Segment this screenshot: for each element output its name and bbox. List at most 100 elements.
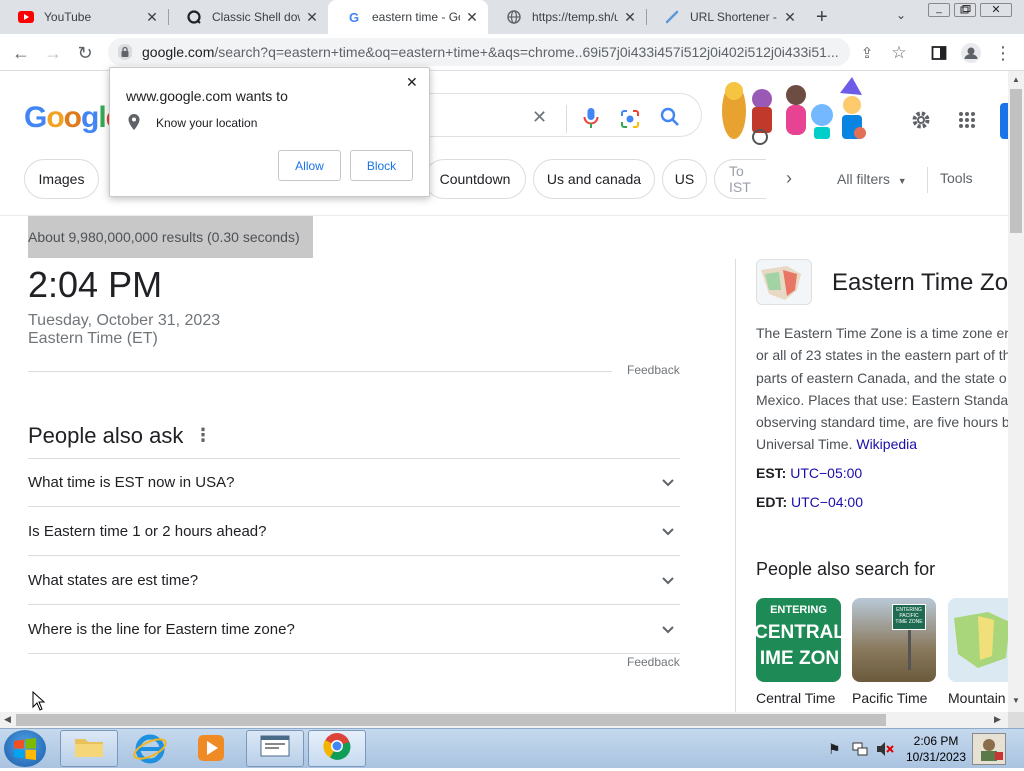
media-player-icon[interactable] [195,732,227,769]
chips-next-chevron-icon[interactable]: › [786,168,792,189]
microphone-icon[interactable] [582,107,600,134]
chip-images[interactable]: Images [24,159,99,199]
more-options-icon[interactable]: ⋮ [194,425,212,446]
chevron-down-icon [662,621,674,638]
google-logo[interactable]: Google [24,101,122,135]
chip-label: Countdown [439,171,511,187]
feedback-link[interactable]: Feedback [627,363,680,377]
scroll-down-arrow-icon[interactable]: ▼ [1012,696,1020,705]
edt-offset-link[interactable]: UTC−04:00 [791,494,863,510]
browser-toolbar: ← → ↻ google.com/search?q=eastern+time&o… [0,34,1024,71]
central-time-image[interactable]: ENTERING CENTRAL IME ZON [756,598,841,682]
pacific-time-image[interactable]: ENTERING PACIFIC TIME ZONE [852,598,936,682]
tab-label: URL Shortener - u [690,10,778,24]
tab-url-shortener[interactable]: URL Shortener - u ✕ [646,0,806,34]
close-icon[interactable]: ✕ [464,9,480,26]
vertical-scroll-thumb[interactable] [1010,89,1022,233]
tab-search-chevron-icon[interactable]: ⌄ [896,8,906,22]
sign-in-button[interactable] [1000,103,1008,139]
chip-countdown[interactable]: Countdown [424,159,526,199]
tab-youtube[interactable]: YouTube ✕ [0,0,168,34]
horizontal-scroll-thumb[interactable] [16,714,886,726]
tab-label: https://temp.sh/u [532,10,618,24]
settings-gear-icon[interactable] [910,109,932,136]
back-arrow-icon[interactable]: ← [6,38,36,68]
taskbar-explorer[interactable] [60,730,118,767]
block-button[interactable]: Block [350,150,413,181]
chevron-down-icon [662,474,674,491]
chip-us-and-canada[interactable]: Us and canada [533,159,655,199]
est-offset-link[interactable]: UTC−05:00 [790,465,862,481]
lock-icon[interactable] [117,44,133,63]
close-icon[interactable]: ✕ [304,9,320,26]
divider [28,371,612,372]
also-search-label[interactable]: Mountain [948,690,1006,706]
mountain-time-image[interactable] [948,598,1008,682]
tab-classic-shell[interactable]: Classic Shell dow ✕ [168,0,328,34]
description-line: or all of 23 states in the eastern part … [756,347,1008,364]
volume-muted-icon[interactable] [876,741,894,762]
description-line: observing standard time, are five hours … [756,414,1008,431]
close-icon[interactable]: ✕ [622,9,638,26]
chip-label: Us and canada [546,171,642,187]
chip-us[interactable]: US [662,159,707,199]
description-line: Universal Time. [756,436,853,453]
action-center-flag-icon[interactable]: ⚑ [828,741,841,758]
internet-explorer-icon[interactable] [132,732,168,771]
start-button[interactable] [4,730,46,767]
url-path: /search?q=eastern+time&oq=eastern+time+&… [214,44,839,60]
close-window-icon[interactable]: ✕ [980,3,1012,17]
paa-question[interactable]: Where is the line for Eastern time zone? [28,605,680,654]
address-bar[interactable]: google.com/search?q=eastern+time&oq=east… [108,38,850,66]
network-icon[interactable] [852,741,868,762]
scroll-left-arrow-icon[interactable]: ◀ [4,714,11,725]
notification-app-icon[interactable] [972,733,1006,765]
allow-button[interactable]: Allow [278,150,341,181]
time-zone-map-thumbnail[interactable] [756,259,812,305]
halloween-doodle-image[interactable] [712,75,872,147]
location-pin-icon [128,114,140,135]
youtube-icon [18,9,34,25]
forward-arrow-icon[interactable]: → [38,38,68,68]
lens-camera-icon[interactable] [620,109,640,134]
search-magnifier-icon[interactable] [660,107,680,132]
paa-question[interactable]: What time is EST now in USA? [28,458,680,507]
tab-label: eastern time - Go [372,10,460,24]
edt-offset-row: EDT: UTC−04:00 [756,494,863,510]
also-search-label[interactable]: Pacific Time [852,690,927,706]
all-filters-button[interactable]: All filters ▼ [837,171,907,187]
result-stats: About 9,980,000,000 results (0.30 second… [28,229,300,245]
tools-button[interactable]: Tools [940,170,973,186]
popup-close-icon[interactable]: ✕ [406,74,418,91]
paa-question[interactable]: What states are est time? [28,556,680,605]
minimize-icon[interactable]: _ [928,3,950,17]
reload-icon[interactable]: ↻ [70,38,100,68]
new-tab-plus-icon[interactable]: + [816,6,828,29]
clock[interactable]: 2:06 PM 10/31/2023 [902,733,970,765]
horizontal-scrollbar[interactable]: ◀ ▶ [0,712,1008,728]
close-icon[interactable]: ✕ [782,9,798,26]
bookmark-star-icon[interactable]: ☆ [884,38,914,68]
apps-grid-icon[interactable] [958,111,976,134]
scroll-right-arrow-icon[interactable]: ▶ [994,714,1001,725]
clear-search-icon[interactable]: ✕ [532,107,547,128]
maximize-icon[interactable] [954,3,976,17]
share-icon[interactable]: ⇪ [852,38,882,68]
people-also-ask-title: People also ask [28,423,184,448]
vertical-scrollbar[interactable]: ▲ ▼ [1008,71,1024,712]
taskbar-chrome[interactable] [308,730,366,767]
tab-eastern-time[interactable]: G eastern time - Go ✕ [328,0,488,34]
paa-question[interactable]: Is Eastern time 1 or 2 hours ahead? [28,507,680,556]
side-panel-icon[interactable] [924,38,954,68]
chip-to-ist[interactable]: To IST [714,159,766,199]
close-icon[interactable]: ✕ [144,9,160,26]
chrome-menu-icon[interactable]: ⋮ [988,38,1018,68]
scroll-up-arrow-icon[interactable]: ▲ [1012,75,1020,84]
sign-text: ENTERING PACIFIC TIME ZONE [892,604,926,630]
also-search-label[interactable]: Central Time [756,690,835,706]
tab-temp-sh[interactable]: https://temp.sh/u ✕ [488,0,646,34]
taskbar-window[interactable] [246,730,304,767]
profile-avatar-icon[interactable] [956,38,986,68]
feedback-link[interactable]: Feedback [627,655,680,669]
wikipedia-link[interactable]: Wikipedia [856,436,917,452]
